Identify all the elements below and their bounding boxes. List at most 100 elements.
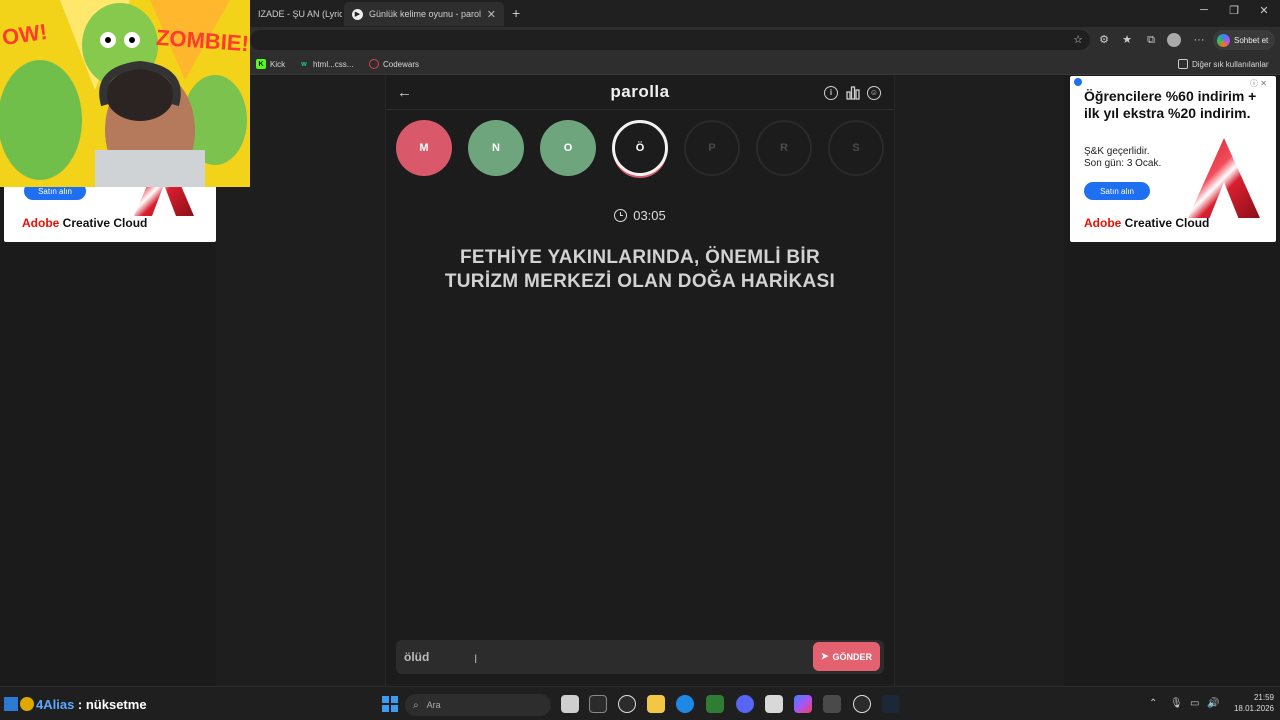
edge-icon[interactable]: [676, 695, 694, 713]
bookmark-label: Codewars: [383, 59, 420, 69]
letter-circle-pending: P: [684, 120, 740, 176]
timer-value: 03:05: [633, 208, 666, 223]
profile-avatar[interactable]: [1167, 33, 1181, 47]
search-icon: ⌕: [413, 699, 419, 711]
letter-char: Ö: [635, 142, 645, 154]
letter-circle-pending: R: [756, 120, 812, 176]
info-icon[interactable]: i: [824, 86, 838, 100]
tab-parolla[interactable]: ▶ Günlük kelime oyunu - parolla - Ki ✕: [344, 2, 504, 26]
letter-circle-right: O: [540, 120, 596, 176]
favorites-icon[interactable]: ★: [1119, 32, 1135, 48]
close-tab-icon[interactable]: ✕: [487, 8, 496, 21]
webcam-overlay: OW! ZOMBIE!: [0, 0, 250, 187]
chat-message: : nüksetme: [74, 697, 147, 712]
timer: 03:05: [600, 208, 680, 223]
copilot-taskbar-icon[interactable]: [794, 695, 812, 713]
more-menu-icon[interactable]: ···: [1191, 32, 1207, 48]
copilot-button[interactable]: Sohbet et: [1213, 30, 1275, 50]
text-cursor-icon: I: [474, 652, 478, 666]
send-label: GÖNDER: [832, 651, 873, 662]
task-view-icon[interactable]: [561, 695, 579, 713]
right-ad-buy-button[interactable]: Satın alın: [1084, 182, 1150, 200]
folder-icon: [1178, 59, 1188, 69]
network-icon[interactable]: ▭: [1190, 698, 1199, 709]
close-window-icon[interactable]: ✕: [1254, 4, 1274, 17]
nvidia-icon[interactable]: [706, 695, 724, 713]
right-ad[interactable]: ⓘ ✕ Öğrencilere %60 indirim + ilk yıl ek…: [1070, 76, 1276, 242]
letter-circle-wrong: M: [396, 120, 452, 176]
microphone-icon[interactable]: 🎙: [1170, 698, 1183, 709]
tab-label: Günlük kelime oyunu - parolla - Ki: [369, 9, 481, 19]
discord-icon[interactable]: [736, 695, 754, 713]
address-field[interactable]: [250, 30, 1090, 50]
tab-label: IZADE - ŞU AN (Lyric: [258, 9, 342, 19]
search-placeholder: Ara: [426, 700, 441, 710]
clock[interactable]: 21:59 18.01.2026: [1230, 692, 1274, 714]
date: 18.01.2026: [1233, 704, 1274, 713]
other-bookmarks-label: Diğer sık kullanılanlar: [1192, 59, 1269, 69]
stats-icon[interactable]: [846, 86, 860, 100]
bookmark-kick[interactable]: K Kick: [256, 56, 285, 72]
right-ad-sub1: Ş&K geçerlidir.: [1084, 146, 1150, 157]
brand-red: Adobe: [22, 216, 60, 230]
tray-chevron-icon[interactable]: ⌃: [1149, 698, 1157, 709]
chat-overlay: 4Alias : nüksetme: [36, 697, 147, 712]
weather-icon[interactable]: [20, 697, 34, 711]
right-ad-headline: Öğrencilere %60 indirim + ilk yıl ekstra…: [1084, 88, 1257, 121]
notepad-icon[interactable]: [765, 695, 783, 713]
send-icon: ➤: [820, 651, 829, 661]
chatgpt-icon[interactable]: [618, 695, 636, 713]
minimize-icon[interactable]: ─: [1194, 4, 1214, 16]
left-ad-brand: Adobe Creative Cloud: [22, 216, 147, 230]
adobe-art-icon: [1188, 138, 1260, 218]
obs-icon[interactable]: [853, 695, 871, 713]
volume-icon[interactable]: 🔊: [1207, 698, 1219, 709]
restore-icon[interactable]: ❐: [1224, 4, 1244, 17]
taskbar-search[interactable]: ⌕ Ara: [405, 694, 551, 716]
time: 21:59: [1253, 693, 1274, 702]
tab-lyrics[interactable]: IZADE - ŞU AN (Lyric ✕: [250, 2, 342, 26]
letter-char: P: [708, 142, 716, 154]
profile-icon[interactable]: ☺: [867, 86, 881, 100]
settings-app-icon[interactable]: [823, 695, 841, 713]
brand-rest: Creative Cloud: [59, 216, 148, 230]
back-arrow-icon[interactable]: ←: [397, 84, 412, 101]
w-icon: w: [301, 60, 307, 68]
bookmark-html-css[interactable]: w html...css...: [299, 56, 353, 72]
letter-circle-pending: S: [828, 120, 884, 176]
right-ad-brand: Adobe Creative Cloud: [1084, 216, 1209, 230]
bookmark-label: Kick: [270, 59, 286, 69]
extensions-icon[interactable]: ⚙: [1096, 32, 1112, 48]
letter-char: O: [563, 142, 573, 154]
codewars-icon: [369, 59, 379, 69]
answer-input[interactable]: [404, 646, 784, 668]
other-bookmarks[interactable]: Diğer sık kullanılanlar: [1178, 56, 1268, 72]
brand-rest: Creative Cloud: [1121, 216, 1210, 230]
question-text: FETHİYE YAKINLARINDA, ÖNEMLİ BİR TURİZM …: [444, 247, 836, 292]
windows-start-icon[interactable]: [382, 696, 398, 712]
taskbar: [0, 686, 1280, 720]
stream-overlay-icon: [4, 697, 18, 711]
copilot-label: Sohbet et: [1234, 35, 1269, 45]
letter-circle-right: N: [468, 120, 524, 176]
copilot-app-icon[interactable]: [589, 695, 607, 713]
steam-icon[interactable]: [882, 695, 900, 713]
kick-icon: K: [256, 59, 266, 69]
clock-icon: [614, 209, 628, 222]
ad-choices-icon[interactable]: [1074, 78, 1082, 86]
right-ad-sub2: Son gün: 3 Ocak.: [1084, 158, 1162, 169]
parolla-favicon-icon: ▶: [352, 8, 363, 20]
collections-icon[interactable]: ⧉: [1143, 32, 1159, 48]
bookmark-label: html...css...: [313, 59, 354, 69]
new-tab-button[interactable]: +: [512, 5, 520, 21]
copilot-icon: [1217, 33, 1230, 47]
bookmark-codewars[interactable]: Codewars: [369, 56, 419, 72]
send-button[interactable]: ➤ GÖNDER: [813, 642, 880, 671]
letter-char: R: [780, 142, 788, 154]
brand-red: Adobe: [1084, 216, 1122, 230]
letter-char: M: [419, 142, 429, 154]
favorite-star-icon[interactable]: ☆: [1070, 32, 1086, 48]
chat-alias: 4Alias: [36, 697, 75, 712]
letter-char: N: [492, 142, 500, 154]
file-explorer-icon[interactable]: [647, 695, 665, 713]
